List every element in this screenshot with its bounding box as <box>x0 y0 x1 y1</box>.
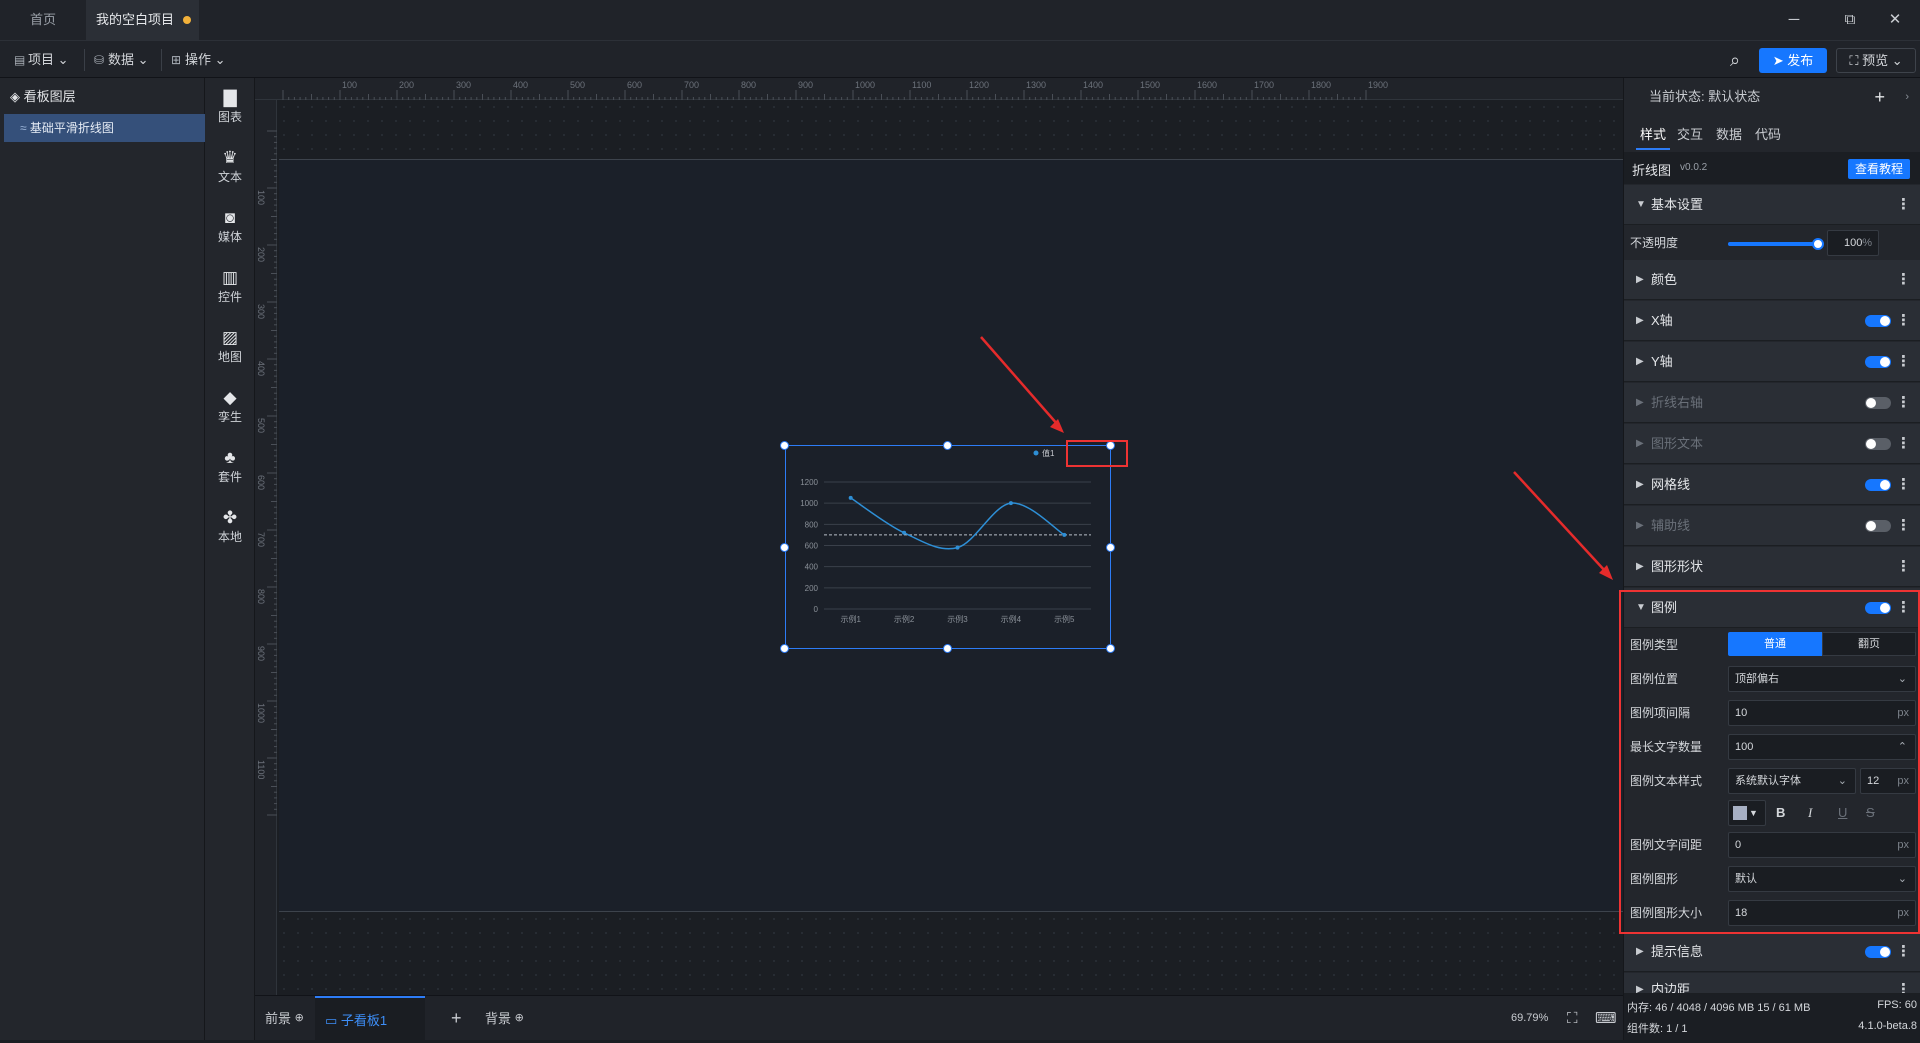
more-icon[interactable]: ⋮ <box>1896 383 1911 423</box>
caret-right-icon: ▶ <box>1636 984 1644 994</box>
more-icon[interactable]: ⋮ <box>1896 932 1911 972</box>
opacity-label: 不透明度 <box>1630 236 1679 250</box>
caret-right-icon: ▶ <box>1636 561 1644 572</box>
opacity-slider-track[interactable] <box>1728 238 1824 250</box>
state-row: 当前状态: 默认状态 + › <box>1624 78 1920 116</box>
tab-sub-board[interactable]: ▭ 子看板1 <box>315 996 425 1041</box>
arrow-panel <box>1513 471 1607 573</box>
xaxis-toggle[interactable] <box>1865 315 1891 327</box>
more-icon[interactable]: ⋮ <box>1896 973 1911 993</box>
more-icon[interactable]: ⋮ <box>1896 185 1911 225</box>
section-basic-label: 基本设置 <box>1651 197 1704 212</box>
section-aux-label: 辅助线 <box>1651 518 1691 533</box>
fps-status: FPS: 60 <box>1877 999 1917 1011</box>
section-grid-label: 网格线 <box>1651 477 1691 492</box>
add-circle-icon: ⊕ <box>294 1012 304 1024</box>
tab-data[interactable]: 数据 <box>1716 124 1742 150</box>
caret-right-icon: ▶ <box>1636 274 1644 285</box>
right-axis-toggle[interactable] <box>1865 397 1891 409</box>
more-icon[interactable]: ⋮ <box>1896 547 1911 587</box>
section-tooltip[interactable]: ▶ 提示信息 ⋮ <box>1624 932 1920 972</box>
tab-style[interactable]: 样式 <box>1636 124 1671 150</box>
zoom-level[interactable]: 69.79% <box>1511 996 1548 1041</box>
section-xaxis-label: X轴 <box>1651 313 1673 328</box>
caret-right-icon: ▶ <box>1636 479 1644 490</box>
tutorial-button[interactable]: 查看教程 <box>1848 159 1910 179</box>
more-icon[interactable]: ⋮ <box>1896 424 1911 464</box>
bottom-bar: 前景 ⊕ ▭ 子看板1 + 背景 ⊕ 69.79% ⛶ ⌨ <box>255 995 1623 1041</box>
fit-screen-icon[interactable]: ⛶ <box>1567 996 1578 1041</box>
tab-background[interactable]: 背景 ⊕ <box>485 996 524 1041</box>
add-board-button[interactable]: + <box>451 996 462 1041</box>
caret-right-icon: ▶ <box>1636 315 1644 326</box>
section-right-axis-label: 折线右轴 <box>1651 395 1704 410</box>
yaxis-toggle[interactable] <box>1865 356 1891 368</box>
legend-panel-highlight <box>1619 590 1920 934</box>
section-yaxis[interactable]: ▶ Y轴 ⋮ <box>1624 342 1920 382</box>
opacity-input[interactable]: 100% <box>1827 230 1879 256</box>
component-count: 组件数: 1 / 1 <box>1627 1023 1688 1035</box>
caret-right-icon: ▶ <box>1636 520 1644 531</box>
add-state-icon[interactable]: + <box>1874 78 1885 116</box>
more-icon[interactable]: ⋮ <box>1896 506 1911 546</box>
tooltip-toggle[interactable] <box>1865 946 1891 958</box>
section-grid[interactable]: ▶ 网格线 ⋮ <box>1624 465 1920 505</box>
section-xaxis[interactable]: ▶ X轴 ⋮ <box>1624 301 1920 341</box>
section-shape-text[interactable]: ▶ 图形文本 ⋮ <box>1624 424 1920 464</box>
shape-text-toggle[interactable] <box>1865 438 1891 450</box>
component-version: v0.0.2 <box>1680 162 1708 173</box>
monitor-icon: ▭ <box>325 1013 341 1028</box>
section-aux[interactable]: ▶ 辅助线 ⋮ <box>1624 506 1920 546</box>
opacity-unit: % <box>1862 237 1872 249</box>
foreground-label: 前景 <box>265 1011 292 1026</box>
arrowhead <box>1050 419 1064 433</box>
section-padding[interactable]: ▶ 内边距 ⋮ <box>1624 973 1920 994</box>
aux-toggle[interactable] <box>1865 520 1891 532</box>
section-tooltip-label: 提示信息 <box>1651 944 1704 959</box>
section-yaxis-label: Y轴 <box>1651 354 1673 369</box>
component-name: 折线图 <box>1632 163 1672 178</box>
tab-code[interactable]: 代码 <box>1755 124 1781 150</box>
section-right-axis[interactable]: ▶ 折线右轴 ⋮ <box>1624 383 1920 423</box>
app-version: 4.1.0-beta.8 <box>1858 1020 1917 1032</box>
more-icon[interactable]: ⋮ <box>1896 342 1911 382</box>
tab-foreground[interactable]: 前景 ⊕ <box>265 996 304 1041</box>
section-color[interactable]: ▶ 颜色 ⋮ <box>1624 260 1920 300</box>
state-label: 当前状态: 默认状态 <box>1649 89 1761 104</box>
background-label: 背景 <box>485 1011 512 1026</box>
more-icon[interactable]: ⋮ <box>1896 260 1911 300</box>
opacity-slider-handle[interactable] <box>1812 238 1824 250</box>
arrow-legend <box>980 336 1059 426</box>
sub-board-label: 子看板1 <box>340 1013 388 1028</box>
caret-down-icon: ▼ <box>1636 199 1646 210</box>
opacity-row: 不透明度 100% <box>1624 226 1920 260</box>
add-circle-icon: ⊕ <box>514 1012 524 1024</box>
caret-right-icon: ▶ <box>1636 946 1644 957</box>
caret-right-icon: ▶ <box>1636 438 1644 449</box>
caret-right-icon: ▶ <box>1636 356 1644 367</box>
tab-interaction[interactable]: 交互 <box>1677 124 1703 150</box>
keyboard-icon[interactable]: ⌨ <box>1595 996 1617 1041</box>
chevron-right-icon[interactable]: › <box>1905 78 1909 116</box>
section-shape-text-label: 图形文本 <box>1651 436 1704 451</box>
section-shape-label: 图形形状 <box>1651 559 1704 574</box>
section-padding-label: 内边距 <box>1651 982 1691 994</box>
caret-right-icon: ▶ <box>1636 397 1644 408</box>
section-color-label: 颜色 <box>1651 272 1678 287</box>
section-basic[interactable]: ▼ 基本设置 ⋮ <box>1624 185 1920 225</box>
more-icon[interactable]: ⋮ <box>1896 301 1911 341</box>
status-bar: 内存: 46 / 4048 / 4096 MB 15 / 61 MB FPS: … <box>1624 994 1920 1040</box>
memory-status: 内存: 46 / 4048 / 4096 MB 15 / 61 MB <box>1627 1002 1811 1014</box>
opacity-value: 100 <box>1844 237 1863 249</box>
property-tabs: 样式 交互 数据 代码 <box>1624 116 1920 152</box>
more-icon[interactable]: ⋮ <box>1896 465 1911 505</box>
grid-toggle[interactable] <box>1865 479 1891 491</box>
opacity-slider-fill <box>1728 242 1818 246</box>
section-shape[interactable]: ▶ 图形形状 ⋮ <box>1624 547 1920 587</box>
